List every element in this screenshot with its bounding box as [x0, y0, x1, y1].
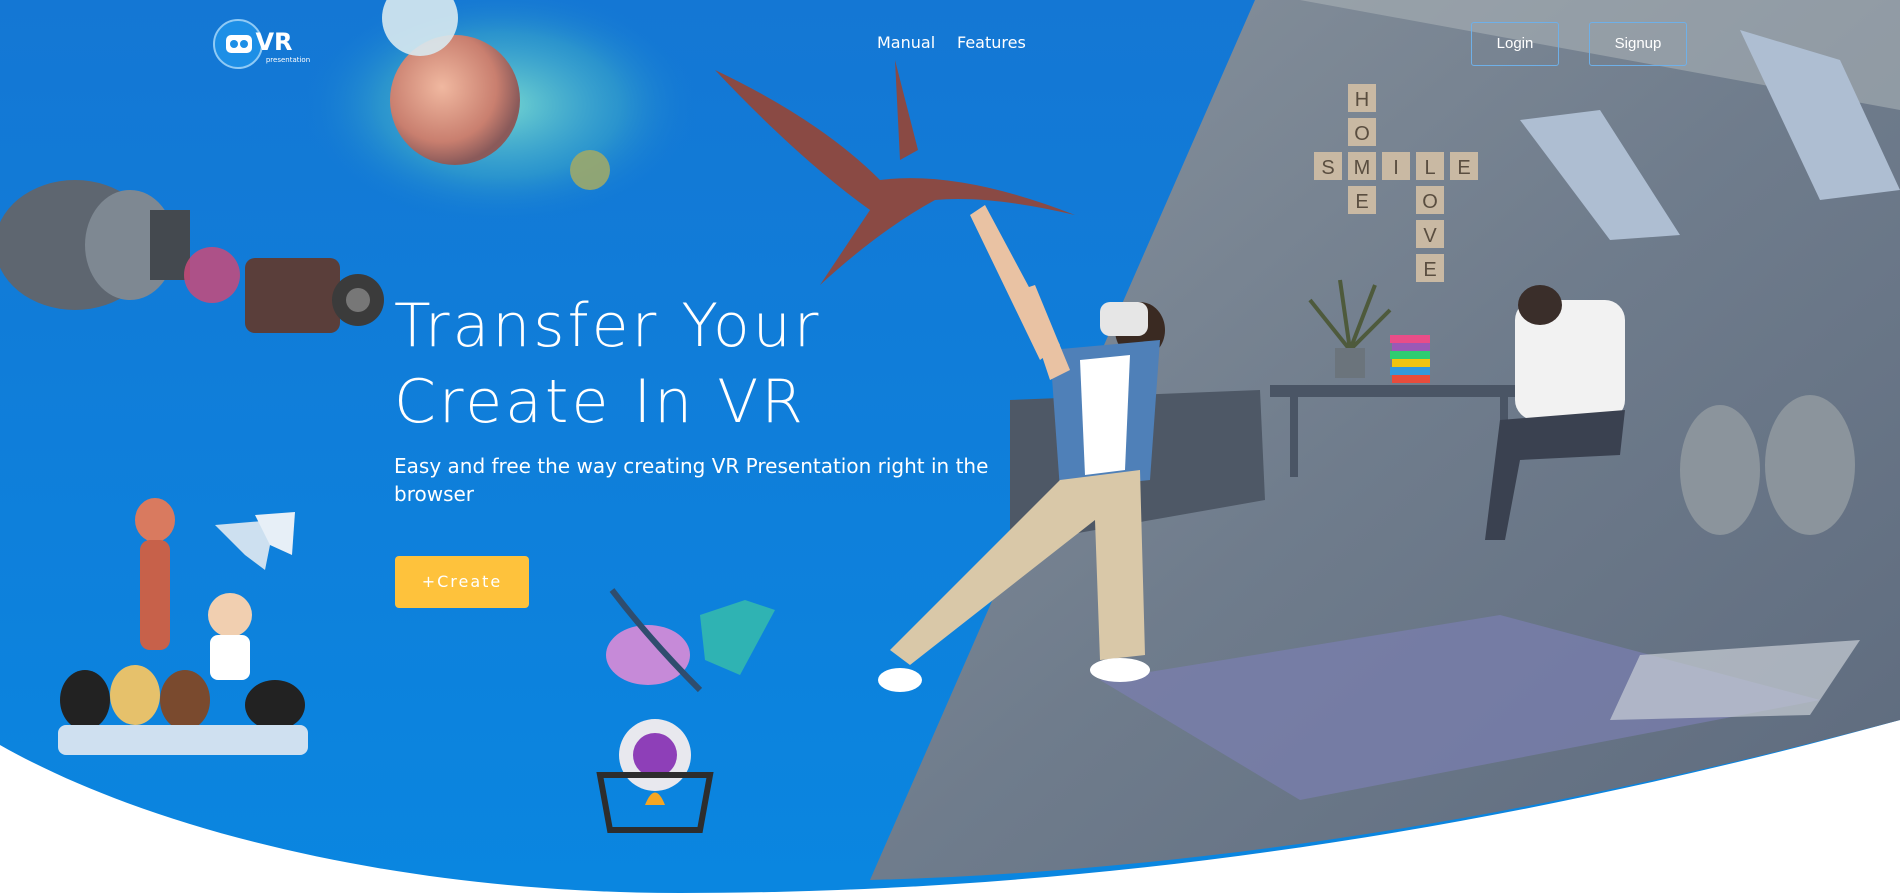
hero-title-line2: Create In VR [394, 367, 806, 437]
vase [1765, 395, 1855, 535]
nav-manual[interactable]: Manual [877, 33, 935, 52]
hero-background: H O M E S I L E O V E [0, 0, 1900, 893]
tile-e: E [1355, 191, 1368, 213]
logo[interactable]: VR presentation [212, 18, 322, 70]
hero-title-line1: Transfer Your [394, 291, 822, 361]
signup-button[interactable]: Signup [1589, 22, 1687, 66]
logo-subtext: presentation [266, 56, 310, 64]
hero-subtitle: Easy and free the way creating VR Presen… [394, 454, 989, 506]
hero-section: H O M E S I L E O V E VR presentation Ma… [0, 0, 1900, 893]
tile-o2: O [1422, 191, 1438, 213]
tile-v: V [1423, 225, 1437, 247]
tile-s: S [1321, 157, 1334, 179]
tile-e2: E [1457, 157, 1470, 179]
planet-small [570, 150, 610, 190]
vase [1680, 405, 1760, 535]
tile-l: L [1424, 157, 1435, 179]
logo-text: VR [255, 28, 292, 56]
tile-o: O [1354, 123, 1370, 145]
tile-h: H [1355, 89, 1369, 111]
tile-i: I [1393, 157, 1399, 179]
nav-features[interactable]: Features [957, 33, 1026, 52]
tile-e3: E [1423, 259, 1436, 281]
tile-m: M [1354, 157, 1371, 179]
hero-title: Transfer Your Create In VR [394, 288, 914, 440]
login-button[interactable]: Login [1471, 22, 1559, 66]
create-button[interactable]: +Create [395, 556, 529, 608]
vr-headset-icon [226, 35, 252, 53]
